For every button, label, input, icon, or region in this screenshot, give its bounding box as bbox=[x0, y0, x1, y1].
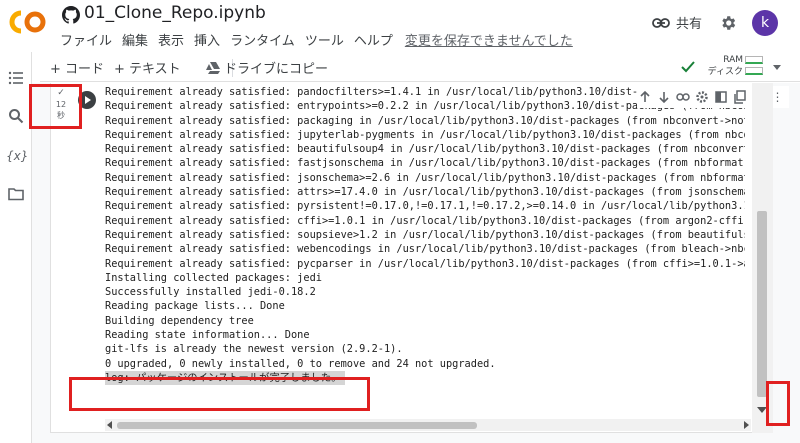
output-line-text: Reading state information... Done bbox=[105, 329, 310, 342]
output-line: Building dependency tree bbox=[105, 314, 745, 328]
left-rail: {x} bbox=[0, 52, 32, 443]
disk-meter bbox=[745, 67, 763, 75]
output-horizontal-scrollbar[interactable] bbox=[105, 419, 751, 431]
output-line: Requirement already satisfied: jsonschem… bbox=[105, 171, 745, 185]
output-line: Successfully installed jedi-0.18.2 bbox=[105, 285, 745, 299]
menu-help[interactable]: ヘルプ bbox=[354, 30, 393, 50]
execution-status: ✓ 12 秒 bbox=[51, 88, 71, 121]
menu-view[interactable]: 表示 bbox=[158, 30, 184, 50]
share-label: 共有 bbox=[676, 17, 703, 32]
output-line: Requirement already satisfied: cffi>=1.0… bbox=[105, 214, 745, 228]
output-line: git-lfs is already the newest version (2… bbox=[105, 342, 745, 356]
output-line: Installing collected packages: jedi bbox=[105, 271, 745, 285]
arrow-up-icon[interactable] bbox=[637, 88, 652, 106]
resource-labels[interactable]: RAM ディスク bbox=[701, 54, 743, 78]
output-line: Reading state information... Done bbox=[105, 328, 745, 342]
output-line: 0 upgraded, 0 newly installed, 0 to remo… bbox=[105, 357, 745, 371]
arrow-down-icon[interactable] bbox=[656, 88, 671, 106]
exec-check-icon: ✓ bbox=[57, 88, 65, 98]
output-line-text: Requirement already satisfied: pandocfil… bbox=[105, 86, 657, 98]
scroll-right-arrow-icon[interactable] bbox=[744, 421, 749, 429]
run-cell-button[interactable] bbox=[78, 91, 96, 109]
output-line-text: Requirement already satisfied: packaging… bbox=[105, 114, 745, 127]
output-line: Reading package lists... Done bbox=[105, 299, 745, 313]
menu-file[interactable]: ファイル bbox=[60, 30, 112, 50]
connected-check-icon bbox=[681, 61, 695, 73]
add-text-button[interactable]: + テキスト bbox=[114, 58, 181, 77]
output-line-text: Requirement already satisfied: cffi>=1.0… bbox=[105, 214, 745, 227]
exec-time: 12 bbox=[55, 100, 67, 109]
output-line: Requirement already satisfied: packaging… bbox=[105, 114, 745, 128]
ram-meter bbox=[745, 56, 763, 64]
output-line-text: Successfully installed jedi-0.18.2 bbox=[105, 286, 316, 299]
gear-icon[interactable] bbox=[694, 88, 709, 106]
resource-meters[interactable] bbox=[745, 56, 763, 78]
menu-insert[interactable]: 挿入 bbox=[194, 30, 220, 50]
link-icon[interactable] bbox=[675, 88, 690, 106]
output-line-text: Building dependency tree bbox=[105, 314, 254, 327]
output-line: Requirement already satisfied: webencodi… bbox=[105, 242, 745, 256]
github-icon bbox=[62, 6, 80, 24]
mirror-cell-icon[interactable] bbox=[713, 88, 728, 106]
menu-lines-icon[interactable] bbox=[8, 70, 24, 86]
notebook-title[interactable]: 01_Clone_Repo.ipynb bbox=[84, 3, 266, 23]
menubar: ファイル 編集 表示 挿入 ランタイム ツール ヘルプ 変更を保存できませんでし… bbox=[60, 30, 573, 50]
variables-icon[interactable]: {x} bbox=[6, 149, 28, 163]
colab-logo[interactable] bbox=[8, 8, 48, 36]
avatar[interactable]: k bbox=[752, 10, 778, 36]
output-line-text: Requirement already satisfied: pycparser… bbox=[105, 257, 745, 270]
drive-icon bbox=[206, 61, 220, 74]
output-line-text: Requirement already satisfied: fastjsons… bbox=[105, 157, 745, 170]
output-line-text: git-lfs is already the newest version (2… bbox=[105, 343, 403, 356]
add-code-button[interactable]: + コード bbox=[50, 58, 104, 77]
ram-label: RAM bbox=[723, 55, 743, 65]
scroll-down-arrow-icon[interactable] bbox=[757, 407, 767, 413]
output-line-text: Requirement already satisfied: soupsieve… bbox=[105, 228, 745, 241]
menu-runtime[interactable]: ランタイム bbox=[230, 30, 295, 50]
output-line: Requirement already satisfied: pyrsisten… bbox=[105, 199, 745, 213]
folder-icon[interactable] bbox=[8, 186, 24, 202]
link-icon bbox=[652, 17, 670, 28]
notebook-area: ✓ 12 秒 Requirement already satisfied: pa… bbox=[32, 83, 800, 443]
cell-output: Requirement already satisfied: pandocfil… bbox=[105, 85, 745, 407]
settings-gear-icon[interactable] bbox=[719, 14, 737, 32]
output-line-text: Reading package lists... Done bbox=[105, 300, 285, 313]
code-cell[interactable]: ✓ 12 秒 Requirement already satisfied: pa… bbox=[50, 83, 789, 433]
menu-tools[interactable]: ツール bbox=[305, 30, 344, 50]
save-status-link[interactable]: 変更を保存できませんでした bbox=[405, 30, 573, 50]
output-line-text: Requirement already satisfied: attrs>=17… bbox=[105, 186, 745, 199]
output-line: Requirement already satisfied: beautiful… bbox=[105, 142, 745, 156]
output-line: Requirement already satisfied: fastjsons… bbox=[105, 156, 745, 170]
notebook-toolbar: + コード + テキスト ドライブにコピー RAM ディスク ⌃ bbox=[40, 52, 800, 82]
copy-to-drive-button[interactable]: ドライブにコピー bbox=[206, 58, 328, 77]
output-line-text: Requirement already satisfied: webencodi… bbox=[105, 243, 745, 256]
exec-time-unit: 秒 bbox=[57, 111, 65, 120]
output-line: Requirement already satisfied: jupyterla… bbox=[105, 128, 745, 142]
scroll-left-arrow-icon[interactable] bbox=[107, 421, 112, 429]
output-line-text: Requirement already satisfied: jupyterla… bbox=[105, 128, 745, 141]
copy-icon[interactable] bbox=[732, 88, 747, 106]
output-vertical-scrollbar[interactable] bbox=[752, 83, 773, 433]
share-button[interactable]: 共有 bbox=[652, 13, 702, 32]
output-line-text: Requirement already satisfied: pyrsisten… bbox=[105, 200, 745, 213]
output-line-text: Requirement already satisfied: beautiful… bbox=[105, 143, 745, 156]
copy-to-drive-label: ドライブにコピー bbox=[224, 62, 329, 77]
output-line: Requirement already satisfied: soupsieve… bbox=[105, 228, 745, 242]
output-line-text: 0 upgraded, 0 newly installed, 0 to remo… bbox=[105, 357, 496, 370]
menu-edit[interactable]: 編集 bbox=[122, 30, 148, 50]
horizontal-scroll-thumb[interactable] bbox=[117, 422, 477, 429]
header: 01_Clone_Repo.ipynb ファイル 編集 表示 挿入 ランタイム … bbox=[0, 0, 800, 52]
output-line-text: Requirement already satisfied: jsonschem… bbox=[105, 171, 745, 184]
log-completion-message: log: パッケージのインストールが完了しました。 bbox=[105, 370, 345, 386]
chevron-down-icon[interactable] bbox=[773, 65, 781, 70]
vertical-scroll-thumb[interactable] bbox=[757, 211, 767, 397]
output-line-text: Installing collected packages: jedi bbox=[105, 271, 322, 284]
output-line: Requirement already satisfied: attrs>=17… bbox=[105, 185, 745, 199]
output-line: log: パッケージのインストールが完了しました。 bbox=[105, 370, 745, 386]
output-line: Requirement already satisfied: pycparser… bbox=[105, 257, 745, 271]
search-icon[interactable] bbox=[8, 108, 24, 124]
disk-label: ディスク bbox=[707, 67, 743, 77]
